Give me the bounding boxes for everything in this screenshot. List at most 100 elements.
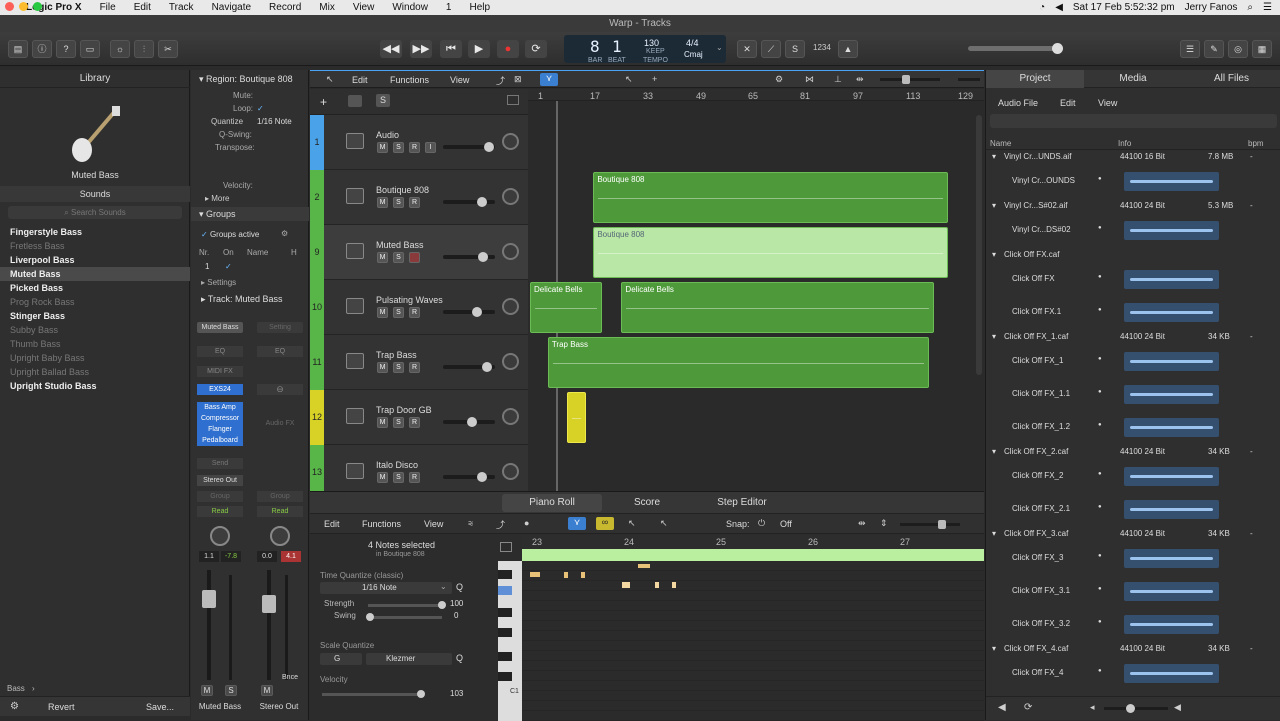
master-volume-knob[interactable] (1052, 43, 1063, 54)
track-name[interactable]: Pulsating Waves (376, 295, 443, 305)
region-row[interactable]: Click Off FX_3 ● (986, 545, 1280, 575)
region[interactable]: Delicate Bells (530, 282, 603, 333)
piano-roll-grid[interactable] (522, 561, 984, 721)
browsers-icon[interactable]: ▦ (1252, 40, 1272, 58)
strip1-group-button[interactable]: Group (197, 491, 243, 502)
gear-icon[interactable]: ⚙ (775, 74, 783, 85)
track-r-button[interactable]: R (409, 142, 420, 153)
back-arrow-icon[interactable]: ↖ (326, 74, 334, 85)
waveform-preview[interactable] (1124, 270, 1219, 289)
tuner-icon[interactable]: ⟋ (761, 40, 781, 58)
replace-icon[interactable]: ✕ (737, 40, 757, 58)
track-options-icon[interactable] (507, 95, 519, 105)
track-record-button[interactable] (409, 252, 420, 263)
black-key[interactable] (498, 628, 512, 637)
menu-1[interactable]: 1 (446, 2, 452, 13)
track-name[interactable]: Muted Bass (376, 240, 424, 250)
region-bar[interactable] (522, 549, 984, 561)
track-s-button[interactable]: S (393, 252, 404, 263)
fit-vertical-icon[interactable]: ⇕ (880, 518, 888, 529)
editor-view-menu[interactable]: View (424, 519, 443, 529)
track-header[interactable]: ▸ Track: Muted Bass (201, 294, 283, 305)
library-item-selected[interactable]: Muted Bass (10, 269, 61, 279)
horizontal-zoom-slider[interactable] (958, 78, 980, 81)
region-row[interactable]: Click Off FX_3.1 ● (986, 578, 1280, 608)
swing-slider[interactable] (366, 613, 442, 621)
menu-window[interactable]: Window (392, 2, 428, 13)
strip1-send-slot[interactable]: Send (197, 458, 243, 469)
waveform-preview[interactable] (1124, 549, 1219, 568)
region-row[interactable]: Click Off FX ● (986, 266, 1280, 296)
menu-list-icon[interactable]: ☰ (1263, 2, 1272, 13)
disclosure-icon[interactable]: ▾ (992, 332, 996, 341)
track-header[interactable]: 1 Audio M S R I (310, 115, 528, 170)
selected-key[interactable] (498, 586, 512, 595)
strip1-fx-slot[interactable]: Pedalboard (197, 435, 243, 446)
groups-header[interactable]: ▾ Groups (199, 209, 236, 220)
track-pan-knob[interactable] (502, 243, 519, 260)
pencil-tool-icon[interactable]: ↖ (660, 518, 668, 529)
disclosure-icon[interactable]: ▾ (992, 201, 996, 210)
midi-note-selected[interactable] (655, 582, 659, 588)
lock-icon[interactable]: ● (1098, 307, 1102, 313)
track-m-button[interactable]: M (377, 197, 388, 208)
track-m-button[interactable]: M (377, 142, 388, 153)
region-row[interactable]: Click Off FX.1 ● (986, 299, 1280, 329)
menu-navigate[interactable]: Navigate (212, 2, 251, 13)
vertical-scrollbar[interactable] (976, 115, 982, 375)
track-name[interactable]: Trap Bass (376, 350, 417, 360)
pointer-tool-icon[interactable]: ↖ (625, 74, 633, 85)
revert-button[interactable]: Revert (48, 702, 75, 712)
track-m-button[interactable]: M (377, 307, 388, 318)
strip1-eq-button[interactable]: EQ (197, 346, 243, 357)
master-volume-slider[interactable] (968, 43, 1063, 54)
track-pan-knob[interactable] (502, 408, 519, 425)
track-r-button[interactable]: R (409, 197, 420, 208)
track-name[interactable]: Boutique 808 (376, 185, 429, 195)
file-row[interactable]: ▾ Click Off FX_1.caf 44100 24 Bit 34 KB - (986, 332, 1280, 346)
region[interactable]: Boutique 808 (593, 227, 949, 278)
library-item[interactable]: Upright Baby Bass (10, 353, 85, 363)
file-row[interactable]: ▾ Click Off FX_4.caf 44100 24 Bit 34 KB - (986, 644, 1280, 658)
library-item[interactable]: Stinger Bass (10, 311, 65, 321)
black-key[interactable] (498, 652, 512, 661)
library-item[interactable]: Fretless Bass (10, 241, 65, 251)
strip2-mute-button[interactable]: M (261, 685, 273, 696)
track-i-button[interactable]: I (425, 142, 436, 153)
volume-icon[interactable]: ◀ (1055, 2, 1063, 13)
track-volume-slider[interactable] (443, 142, 495, 152)
lcd-display[interactable]: 8 1 BAR BEAT 130 KEEP TEMPO 4/4 Cmaj ⌄ (564, 35, 726, 64)
track-m-button[interactable]: M (377, 252, 388, 263)
browser-view-menu[interactable]: View (1098, 98, 1117, 108)
lock-icon[interactable]: ● (1098, 668, 1102, 674)
editor-functions-menu[interactable]: Functions (362, 519, 401, 529)
smart-controls-icon[interactable]: ☼ (110, 40, 130, 58)
track-s-button[interactable]: S (393, 362, 404, 373)
loop-icon[interactable]: ⟳ (1024, 702, 1032, 713)
lock-icon[interactable]: ● (1098, 389, 1102, 395)
lock-icon[interactable]: ● (1098, 619, 1102, 625)
black-key[interactable] (498, 570, 512, 579)
region[interactable]: Trap Bass (547, 337, 930, 388)
track-s-button[interactable]: S (393, 472, 404, 483)
track-m-button[interactable]: M (377, 472, 388, 483)
library-item[interactable]: Upright Ballad Bass (10, 367, 89, 377)
strip2-pan-knob[interactable] (270, 526, 290, 546)
strip2-automation-button[interactable]: Read (257, 506, 303, 517)
track-name[interactable]: Trap Door GB (376, 405, 432, 415)
black-key[interactable] (498, 608, 512, 617)
disclosure-icon[interactable]: ▾ (992, 644, 996, 653)
file-row[interactable]: ▾ Vinyl Cr...S#02.aif 44100 24 Bit 5.3 MB - (986, 201, 1280, 215)
track-volume-knob[interactable] (484, 142, 495, 152)
menu-help[interactable]: Help (469, 2, 490, 13)
waveform-preview[interactable] (1124, 467, 1219, 486)
track-s-button[interactable]: S (393, 142, 404, 153)
timeline-ruler[interactable]: 1 17 33 49 65 81 97 113 129 (528, 89, 984, 101)
search-icon[interactable]: ⌕ (1247, 2, 1253, 13)
region-row[interactable]: Click Off FX_2.1 ● (986, 496, 1280, 526)
loop-browser-icon[interactable]: ◎ (1228, 40, 1248, 58)
menu-track[interactable]: Track (169, 2, 194, 13)
zoom-knob[interactable] (902, 75, 910, 84)
track-r-button[interactable]: R (409, 417, 420, 428)
list-editors-icon[interactable]: ☰ (1180, 40, 1200, 58)
